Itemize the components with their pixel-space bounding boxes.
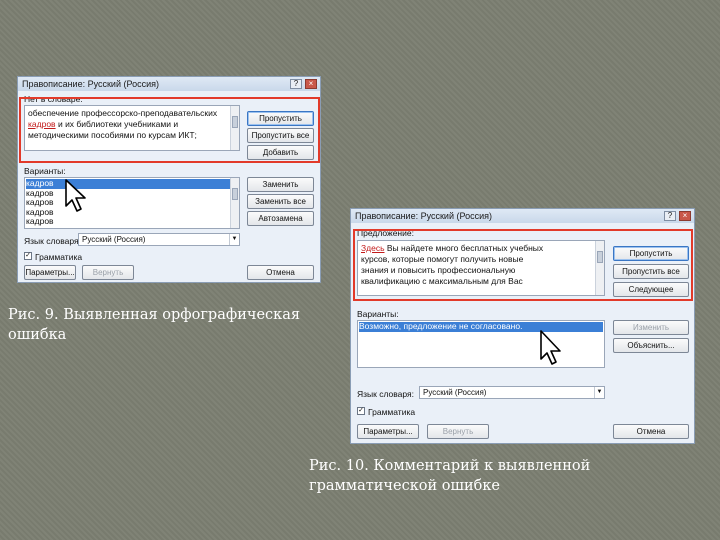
variants-label: Варианты: bbox=[357, 309, 399, 319]
scrollbar-thumb[interactable] bbox=[232, 188, 238, 200]
help-icon[interactable]: ? bbox=[290, 79, 302, 89]
mouse-pointer-icon bbox=[65, 179, 86, 212]
change-button[interactable]: Изменить bbox=[613, 320, 689, 335]
variants-label: Варианты: bbox=[24, 166, 66, 176]
list-item[interactable]: кадров bbox=[26, 216, 238, 227]
replace-button[interactable]: Заменить bbox=[247, 177, 314, 192]
caption-line: грамматической ошибке bbox=[309, 478, 501, 494]
figure-10-caption: Рис. 10. Комментарий к выявленной грамма… bbox=[309, 456, 590, 496]
mouse-pointer-icon bbox=[540, 330, 561, 365]
options-button[interactable]: Параметры... bbox=[357, 424, 419, 439]
caption-line: ошибка bbox=[8, 327, 67, 343]
dialog-title: Правописание: Русский (Россия) bbox=[355, 211, 492, 221]
grammar-label: Грамматика bbox=[35, 252, 83, 262]
dialog-title-bar: Правописание: Русский (Россия) ? × bbox=[18, 77, 320, 91]
list-item[interactable]: кадров bbox=[26, 178, 238, 189]
close-icon[interactable]: × bbox=[679, 211, 691, 221]
variants-list[interactable]: Возможно, предложение не согласовано. bbox=[357, 320, 605, 368]
dialog-title: Правописание: Русский (Россия) bbox=[22, 79, 159, 89]
undo-button[interactable]: Вернуть bbox=[427, 424, 489, 439]
variants-list[interactable]: кадров кадров кадров кадров кадров bbox=[24, 177, 240, 229]
highlight-frame bbox=[353, 229, 693, 301]
dialog-title-bar: Правописание: Русский (Россия) ? × bbox=[351, 209, 694, 223]
cancel-button[interactable]: Отмена bbox=[613, 424, 689, 439]
list-item[interactable]: кадров bbox=[26, 207, 238, 218]
list-item[interactable]: кадров bbox=[26, 197, 238, 208]
autocorrect-button[interactable]: Автозамена bbox=[247, 211, 314, 226]
replace-all-button[interactable]: Заменить все bbox=[247, 194, 314, 209]
options-button[interactable]: Параметры... bbox=[24, 265, 76, 280]
close-icon[interactable]: × bbox=[305, 79, 317, 89]
dictionary-select[interactable]: Русский (Россия) ▼ bbox=[419, 386, 605, 399]
dictionary-select[interactable]: Русский (Россия) ▼ bbox=[78, 233, 240, 246]
chevron-down-icon[interactable]: ▼ bbox=[229, 234, 239, 245]
dictionary-label: Язык словаря: bbox=[357, 389, 415, 399]
list-item[interactable]: Возможно, предложение не согласовано. bbox=[359, 321, 603, 332]
list-scrollbar[interactable] bbox=[230, 178, 239, 228]
list-item[interactable]: кадров bbox=[26, 188, 238, 199]
grammar-checkbox[interactable]: ✓ bbox=[357, 407, 365, 415]
caption-line: Рис. 10. Комментарий к выявленной bbox=[309, 458, 591, 474]
explain-button[interactable]: Объяснить... bbox=[613, 338, 689, 353]
caption-line: Рис. 9. Выявленная орфографическая bbox=[8, 307, 301, 323]
grammar-label: Грамматика bbox=[368, 407, 416, 417]
dictionary-value: Русский (Россия) bbox=[423, 388, 487, 397]
grammar-checkbox[interactable]: ✓ bbox=[24, 252, 32, 260]
chevron-down-icon[interactable]: ▼ bbox=[594, 387, 604, 398]
undo-button[interactable]: Вернуть bbox=[82, 265, 134, 280]
dictionary-value: Русский (Россия) bbox=[82, 235, 146, 244]
dictionary-label: Язык словаря: bbox=[24, 236, 82, 246]
highlight-frame bbox=[19, 97, 320, 163]
help-icon[interactable]: ? bbox=[664, 211, 676, 221]
cancel-button[interactable]: Отмена bbox=[247, 265, 314, 280]
figure-9-caption: Рис. 9. Выявленная орфографическая ошибк… bbox=[8, 305, 300, 345]
